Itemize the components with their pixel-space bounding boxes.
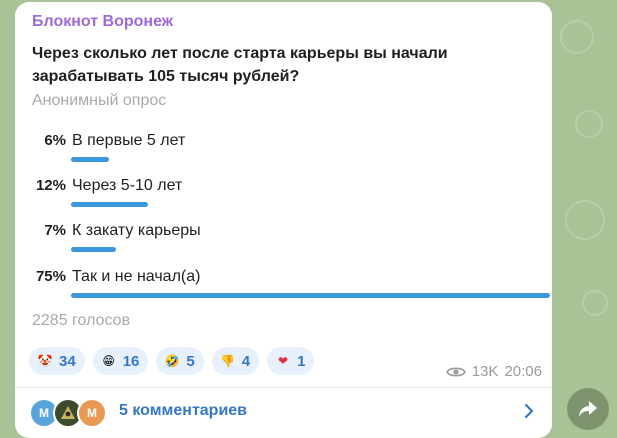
red-heart-icon: ❤ (278, 354, 289, 368)
poll-message: Блокнот Воронеж Через сколько лет после … (15, 2, 552, 438)
grinning-face-icon: 😁 (102, 354, 115, 368)
message-time: 20:06 (504, 363, 542, 380)
reaction-grin[interactable]: 😁 16 (92, 347, 149, 375)
reaction-count: 34 (59, 352, 76, 370)
view-count: 13K (471, 363, 499, 380)
poll-option[interactable]: 75% Так и не начал(а) (15, 268, 552, 314)
message-meta: 13K 20:06 (445, 363, 542, 380)
option-label: Так и не начал(а) (72, 268, 201, 285)
option-bar (71, 202, 148, 207)
option-label: Через 5-10 лет (72, 177, 183, 194)
share-arrow-icon (579, 401, 597, 417)
channel-name[interactable]: Блокнот Воронеж (32, 13, 173, 31)
reaction-count: 16 (122, 352, 140, 370)
share-button[interactable] (567, 388, 609, 430)
thumbs-down-icon: 👎 (220, 354, 236, 368)
reaction-thumbs-down[interactable]: 👎 4 (211, 347, 260, 375)
poll-type: Анонимный опрос (32, 92, 167, 109)
option-bar (71, 247, 116, 252)
comments-button[interactable]: M M 5 комментариев (15, 388, 552, 436)
reaction-count: 1 (297, 352, 306, 370)
reaction-clown[interactable]: 🤡 34 (29, 347, 85, 375)
poll-option[interactable]: 6% В первые 5 лет (15, 132, 552, 178)
option-percent: 12% (35, 177, 66, 194)
poll-option[interactable]: 7% К закату карьеры (15, 222, 552, 268)
option-label: К закату карьеры (72, 222, 201, 239)
wallpaper-doodle (575, 110, 603, 138)
eye-icon (445, 366, 466, 377)
rolling-laughing-icon: 🤣 (164, 354, 180, 368)
poll-option[interactable]: 12% Через 5-10 лет (15, 177, 552, 223)
wallpaper-doodle (565, 200, 605, 240)
comments-label: 5 комментариев (119, 402, 248, 419)
reaction-rofl[interactable]: 🤣 5 (156, 347, 204, 375)
wallpaper-doodle (560, 20, 594, 54)
reactions-bar: 🤡 34 😁 16 🤣 5 👎 4 ❤ 1 (29, 347, 315, 377)
reaction-count: 5 (186, 352, 195, 370)
option-bar (71, 293, 550, 298)
chevron-right-icon (524, 403, 534, 419)
option-percent: 6% (44, 132, 66, 149)
clown-face-icon: 🤡 (37, 354, 53, 368)
option-percent: 75% (35, 268, 66, 285)
eye-pyramid-icon (61, 406, 75, 419)
option-bar (71, 157, 109, 162)
poll-question: Через сколько лет после старта карьеры в… (32, 45, 448, 85)
reaction-heart[interactable]: ❤ 1 (267, 347, 315, 375)
reaction-count: 4 (241, 352, 251, 370)
vote-count: 2285 голосов (32, 312, 131, 329)
avatar: M (77, 398, 107, 428)
option-label: В первые 5 лет (72, 132, 186, 149)
option-percent: 7% (44, 222, 66, 239)
wallpaper-doodle (582, 290, 608, 316)
